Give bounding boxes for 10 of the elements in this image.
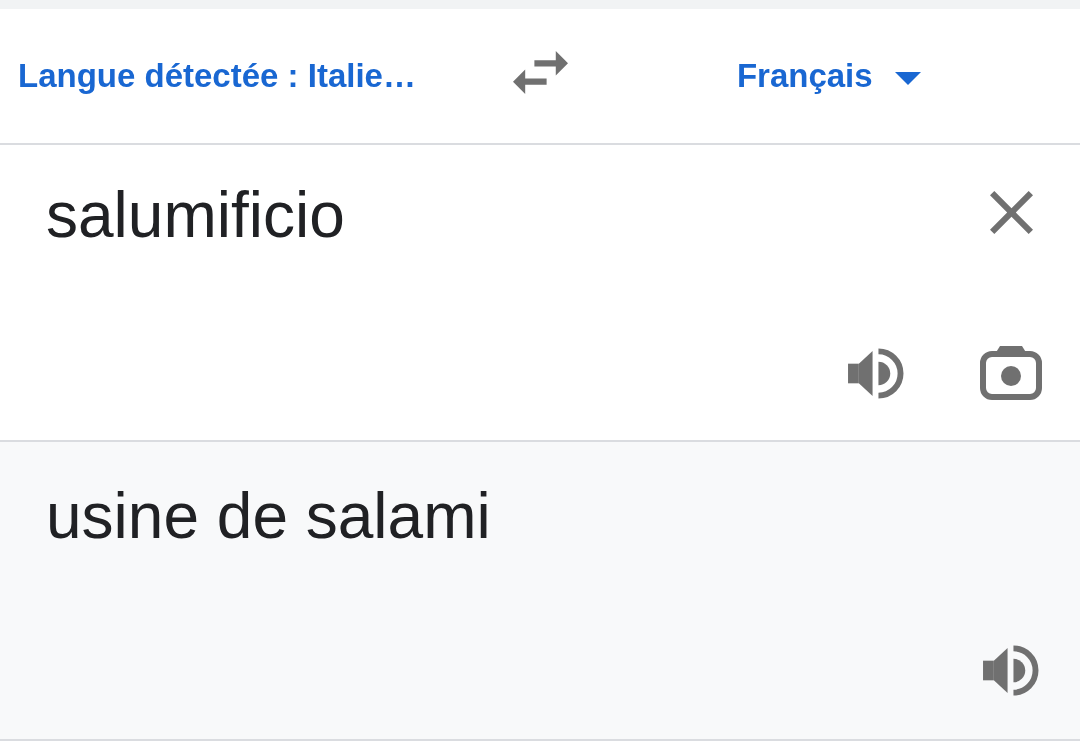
- translation-text: usine de salami: [45, 479, 492, 554]
- speaker-icon[interactable]: [848, 346, 905, 400]
- target-language-button[interactable]: Français: [736, 56, 921, 96]
- close-icon[interactable]: [990, 191, 1033, 234]
- speaker-icon[interactable]: [983, 644, 1040, 697]
- source-text-field[interactable]: salumificio: [46, 177, 960, 254]
- swap-icon[interactable]: [512, 50, 568, 94]
- camera-icon[interactable]: [980, 346, 1042, 400]
- source-language-button[interactable]: Langue détectée : Italie…: [18, 56, 416, 96]
- caret-icon: [894, 71, 921, 85]
